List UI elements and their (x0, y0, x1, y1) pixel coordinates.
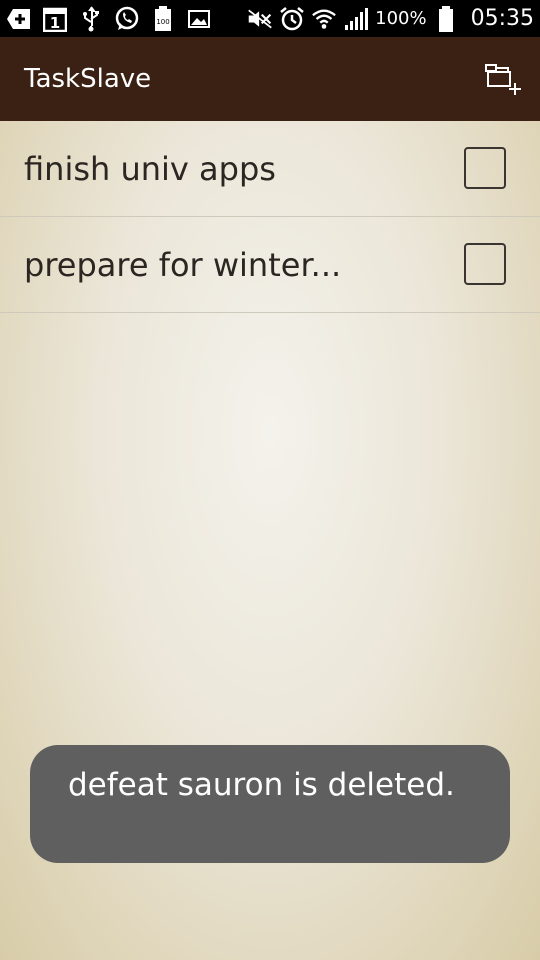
toast-message: defeat sauron is deleted. (30, 745, 510, 863)
wifi-icon (311, 6, 337, 32)
task-checkbox[interactable] (464, 147, 506, 189)
status-bar: 1 100 100% 05:35 (0, 0, 540, 37)
task-label: finish univ apps (24, 149, 276, 188)
mute-icon (247, 6, 273, 32)
task-row[interactable]: prepare for winter... (0, 217, 540, 313)
add-notification-icon (6, 6, 32, 32)
battery-icon (433, 5, 459, 32)
app-bar: TaskSlave (0, 37, 540, 121)
battery-status-icon: 100 (150, 5, 176, 32)
app-title: TaskSlave (24, 64, 152, 94)
signal-icon (343, 6, 369, 32)
battery-percentage: 100% (375, 8, 427, 29)
task-checkbox[interactable] (464, 243, 506, 285)
add-list-button[interactable] (482, 59, 526, 99)
calendar-icon: 1 (42, 6, 68, 32)
add-list-icon (485, 64, 521, 95)
battery-status-value: 100 (156, 18, 169, 26)
status-bar-notifications: 1 100 (6, 5, 212, 32)
whatsapp-icon (114, 6, 140, 32)
task-list: finish univ apps prepare for winter... (0, 121, 540, 313)
task-label: prepare for winter... (24, 245, 342, 284)
calendar-day-number: 1 (50, 14, 60, 32)
usb-icon (78, 5, 104, 32)
image-icon (186, 6, 212, 32)
status-clock: 05:35 (470, 6, 534, 31)
status-bar-system: 100% 05:35 (247, 5, 534, 32)
alarm-icon (279, 6, 305, 32)
task-row[interactable]: finish univ apps (0, 121, 540, 217)
